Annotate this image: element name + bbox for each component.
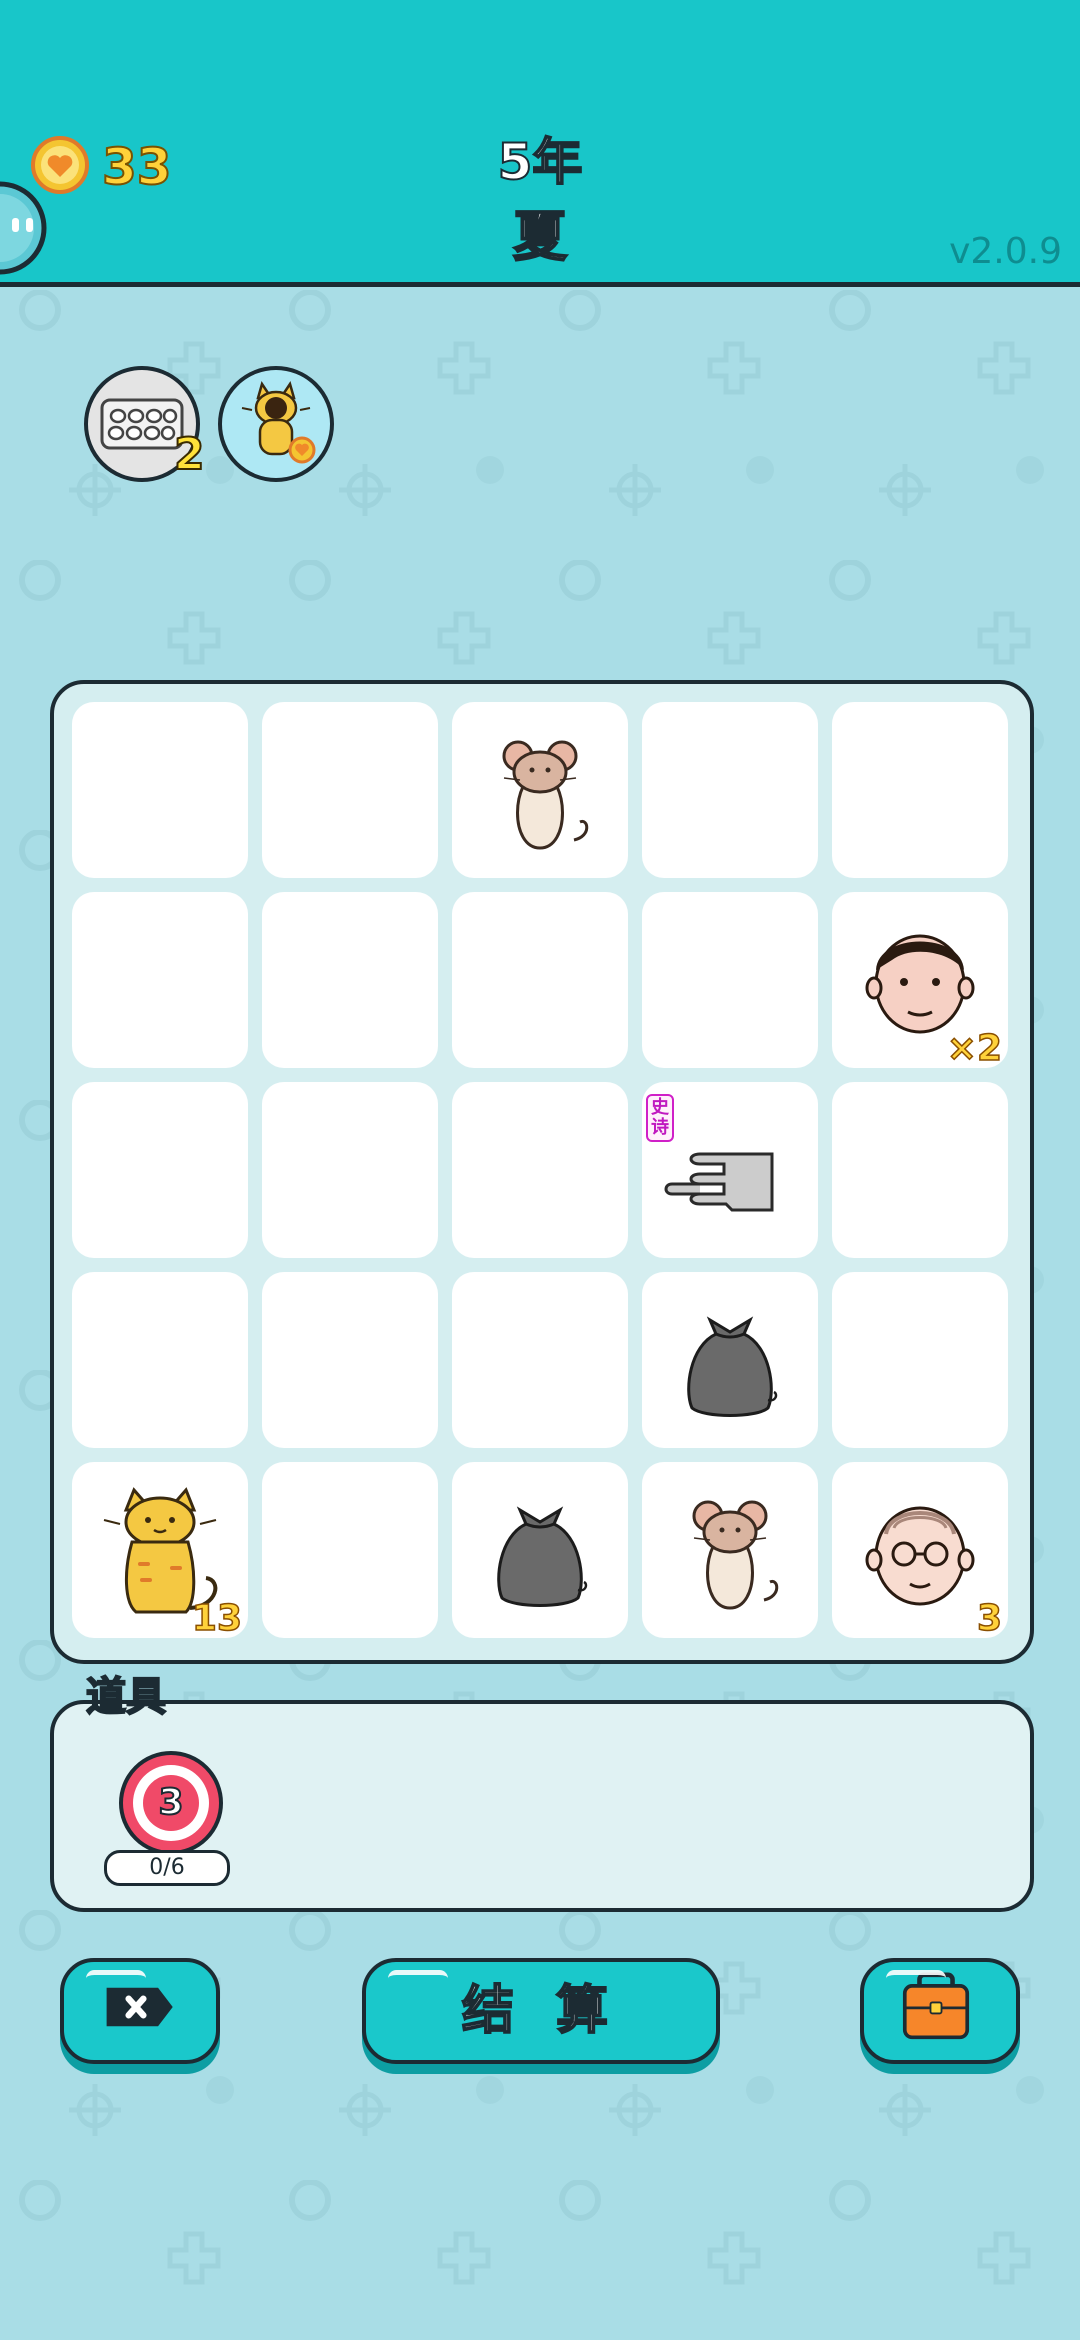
bag-button[interactable] (860, 1958, 1020, 2064)
trash-bag-icon (687, 1316, 778, 1417)
close-button[interactable] (60, 1958, 220, 2064)
empty-cell[interactable] (262, 1082, 438, 1258)
cell-trash-bag[interactable] (642, 1272, 818, 1448)
egg-carton-status[interactable]: 2 (84, 366, 206, 482)
trash-bag-icon (497, 1506, 588, 1607)
cell-pointing-hand[interactable]: 史诗 (642, 1082, 818, 1258)
old-man-face-icon (865, 1506, 975, 1606)
tools-label: 道具 (85, 1673, 167, 1721)
empty-cell[interactable] (72, 1082, 248, 1258)
cell-count-badge: 13 (191, 1597, 243, 1640)
target-tool[interactable]: 3 (116, 1748, 226, 1858)
cell-man-face[interactable]: ×2 (832, 892, 1008, 1070)
rarity-tag: 史诗 (646, 1094, 674, 1142)
cell-cat[interactable]: 13 (72, 1462, 248, 1640)
empty-cell[interactable] (262, 1272, 438, 1448)
pointing-hand-icon (664, 1152, 774, 1212)
player-avatar-icon[interactable] (0, 178, 50, 278)
cat-buff-icon (241, 381, 316, 464)
empty-cell[interactable] (832, 702, 1008, 878)
settle-label: 结 算 (461, 1980, 621, 2042)
empty-cell[interactable] (642, 702, 818, 878)
cell-mouse[interactable] (452, 702, 628, 878)
cell-count-badge: ×2 (946, 1027, 1003, 1070)
empty-cell[interactable] (642, 892, 818, 1068)
empty-cell[interactable] (832, 1272, 1008, 1448)
empty-cell[interactable] (72, 892, 248, 1068)
cell-count-badge: 3 (976, 1597, 1003, 1640)
tools-panel: 3 0/6 (50, 1700, 1034, 1912)
empty-cell[interactable] (262, 892, 438, 1068)
top-bar: 33 5年 夏 v2.0.9 (0, 0, 1080, 287)
cat-buff-status[interactable] (218, 366, 334, 482)
empty-cell[interactable] (72, 1272, 248, 1448)
button-shine (86, 1970, 146, 1987)
empty-cell[interactable] (262, 702, 438, 878)
mouse-icon (502, 740, 589, 850)
empty-cell[interactable] (72, 702, 248, 878)
season-label: 夏 (512, 204, 568, 269)
button-shine (886, 1970, 946, 1987)
year-label: 5年 (497, 132, 584, 192)
empty-cell[interactable] (452, 1272, 628, 1448)
empty-cell[interactable] (452, 892, 628, 1068)
cell-mouse[interactable] (642, 1462, 818, 1638)
target-tool-number: 3 (157, 1781, 184, 1824)
target-tool-progress: 0/6 (104, 1850, 230, 1886)
settle-button[interactable]: 结 算 (362, 1958, 720, 2064)
cell-trash-bag[interactable] (452, 1462, 628, 1638)
egg-carton-count: 2 (173, 429, 206, 481)
version-label: v2.0.9 (949, 231, 1062, 272)
mouse-icon (692, 1500, 779, 1610)
game-board: ×2 史诗 13 3 (50, 680, 1034, 1664)
cell-old-man-face[interactable]: 3 (832, 1462, 1008, 1640)
empty-cell[interactable] (262, 1462, 438, 1638)
empty-cell[interactable] (452, 1082, 628, 1258)
empty-cell[interactable] (832, 1082, 1008, 1258)
